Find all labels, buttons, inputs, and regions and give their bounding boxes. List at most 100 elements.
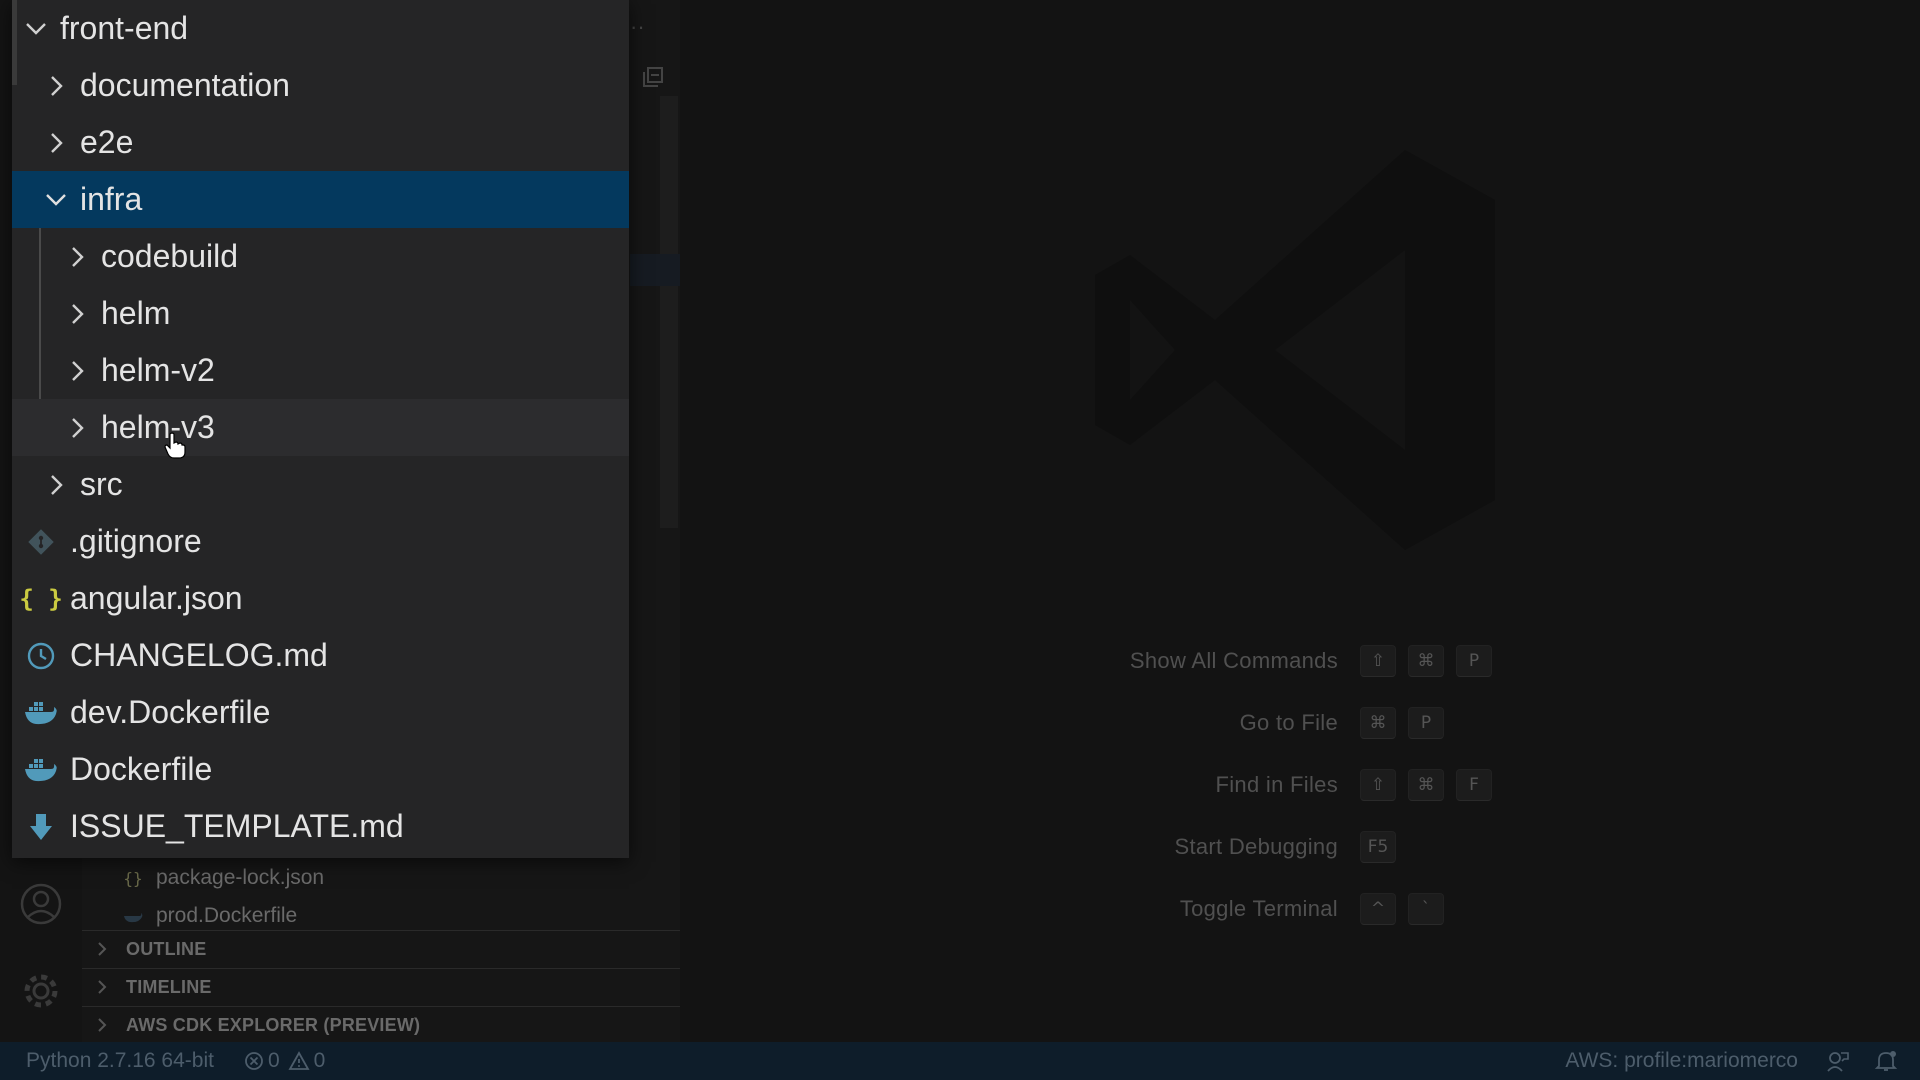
clock-icon [24, 639, 58, 673]
key-badge: ⌘ [1408, 645, 1444, 677]
tree-item-dev-dockerfile[interactable]: dev.Dockerfile [12, 684, 629, 741]
error-icon [245, 1052, 263, 1070]
key-badge: ` [1408, 893, 1444, 925]
chevron-right-icon [72, 417, 84, 438]
feedback-icon[interactable] [1826, 1049, 1850, 1073]
list-item[interactable]: prod.Dockerfile [122, 904, 297, 928]
key-badge: F [1456, 769, 1492, 801]
tree-item-gitignore[interactable]: .gitignore [12, 513, 629, 570]
error-count: 0 [267, 1049, 280, 1072]
tree-item-src[interactable]: src [12, 456, 629, 513]
tree-item-label: e2e [80, 124, 134, 160]
chevron-right-icon [96, 979, 116, 995]
explorer-tree-zoom: front-end documentation e2e infra codebu… [12, 0, 629, 858]
tree-item-label: Dockerfile [70, 751, 213, 787]
chevron-right-icon [51, 132, 63, 153]
tree-item-dockerfile[interactable]: Dockerfile [12, 741, 629, 798]
chevron-right-icon [72, 246, 84, 267]
tree-item-label: helm [101, 295, 171, 331]
key-badge: ⌘ [1360, 707, 1396, 739]
tree-item-label: helm-v3 [101, 409, 215, 445]
warning-icon [288, 1051, 310, 1070]
chevron-right-icon [51, 75, 63, 96]
tree-item-angular-json[interactable]: { } angular.json [12, 570, 629, 627]
docker-icon [24, 696, 58, 730]
chevron-right-icon [72, 360, 84, 381]
key-badge: ^ [1360, 893, 1396, 925]
hand-cursor-icon [164, 432, 186, 459]
section-title: OUTLINE [126, 938, 207, 959]
more-actions-icon[interactable]: ·· [630, 14, 645, 40]
markdown-down-arrow-icon [24, 810, 58, 844]
key-badge: F5 [1360, 831, 1396, 863]
hint-go-to-file: Go to File ⌘ P [1000, 705, 1520, 741]
tree-item-helm-v2[interactable]: helm-v2 [12, 342, 629, 399]
tree-item-infra[interactable]: infra [12, 171, 629, 228]
tree-item-helm[interactable]: helm [12, 285, 629, 342]
chevron-right-icon [96, 1017, 116, 1033]
chevron-right-icon [51, 474, 63, 495]
status-bar: Python 2.7.16 64-bit 0 0 AWS: profile:ma… [0, 1042, 1920, 1080]
key-badge: ⇧ [1360, 769, 1396, 801]
list-item[interactable]: {} package-lock.json [122, 866, 324, 890]
tree-item-label: ISSUE_TEMPLATE.md [70, 808, 404, 844]
problems-indicator[interactable]: 0 0 [244, 1049, 325, 1073]
docker-icon [122, 909, 144, 923]
account-icon[interactable] [20, 883, 62, 925]
hint-show-all-commands: Show All Commands ⇧ ⌘ P [1000, 643, 1520, 679]
section-title: TIMELINE [126, 976, 212, 997]
cdk-explorer-section-header[interactable]: AWS CDK EXPLORER (PREVIEW) [82, 1006, 680, 1043]
tree-item-label: front-end [60, 10, 189, 46]
json-icon: { } [19, 584, 63, 613]
tree-item-label: CHANGELOG.md [70, 637, 328, 673]
hint-start-debugging: Start Debugging F5 [1000, 829, 1520, 865]
tree-item-label: documentation [80, 67, 290, 103]
chevron-right-icon [96, 941, 116, 957]
aws-profile[interactable]: AWS: profile:mariomerco [1565, 1049, 1798, 1073]
vscode-logo-watermark [1095, 150, 1495, 550]
hint-find-in-files: Find in Files ⇧ ⌘ F [1000, 767, 1520, 803]
tree-item-codebuild[interactable]: codebuild [12, 228, 629, 285]
tree-item-label: helm-v2 [101, 352, 215, 388]
key-badge: ⌘ [1408, 769, 1444, 801]
key-badge: P [1456, 645, 1492, 677]
chevron-down-icon [46, 193, 66, 206]
gear-icon[interactable] [20, 970, 62, 1012]
hint-label: Toggle Terminal [1179, 896, 1338, 921]
tree-item-changelog[interactable]: CHANGELOG.md [12, 627, 629, 684]
tree-item-label: dev.Dockerfile [70, 694, 271, 730]
hint-toggle-terminal: Toggle Terminal ^ ` [1000, 891, 1520, 927]
collapse-folders-icon[interactable] [642, 66, 664, 88]
python-interpreter[interactable]: Python 2.7.16 64-bit [26, 1049, 214, 1073]
tree-item-label: angular.json [70, 580, 243, 616]
json-icon: {} [123, 868, 143, 888]
file-label: prod.Dockerfile [156, 904, 298, 927]
chevron-down-icon [26, 22, 46, 35]
chevron-right-icon [72, 303, 84, 324]
explorer-scrollbar[interactable] [660, 96, 678, 528]
tree-item-label: codebuild [101, 238, 238, 274]
tree-item-label: infra [80, 181, 143, 217]
bell-icon[interactable] [1874, 1049, 1898, 1073]
docker-icon [24, 753, 58, 787]
file-label: package-lock.json [156, 866, 325, 889]
key-badge: P [1408, 707, 1444, 739]
tree-root-front-end[interactable]: front-end [12, 0, 629, 57]
tree-item-documentation[interactable]: documentation [12, 57, 629, 114]
tree-item-issue-template[interactable]: ISSUE_TEMPLATE.md [12, 798, 629, 855]
hint-label: Start Debugging [1174, 834, 1338, 859]
scroll-highlight [630, 254, 680, 286]
warning-count: 0 [313, 1049, 326, 1072]
key-badge: ⇧ [1360, 645, 1396, 677]
timeline-section-header[interactable]: TIMELINE [82, 968, 680, 1005]
outline-section-header[interactable]: OUTLINE [82, 930, 680, 967]
hint-label: Show All Commands [1129, 648, 1338, 673]
git-icon [24, 525, 58, 559]
tree-item-label: src [80, 466, 123, 502]
tree-item-label: .gitignore [70, 523, 202, 559]
tree-item-helm-v3[interactable]: helm-v3 [12, 399, 629, 456]
tree-item-e2e[interactable]: e2e [12, 114, 629, 171]
hint-label: Go to File [1239, 710, 1338, 735]
section-title: AWS CDK EXPLORER (PREVIEW) [126, 1014, 421, 1035]
hint-label: Find in Files [1215, 772, 1338, 797]
